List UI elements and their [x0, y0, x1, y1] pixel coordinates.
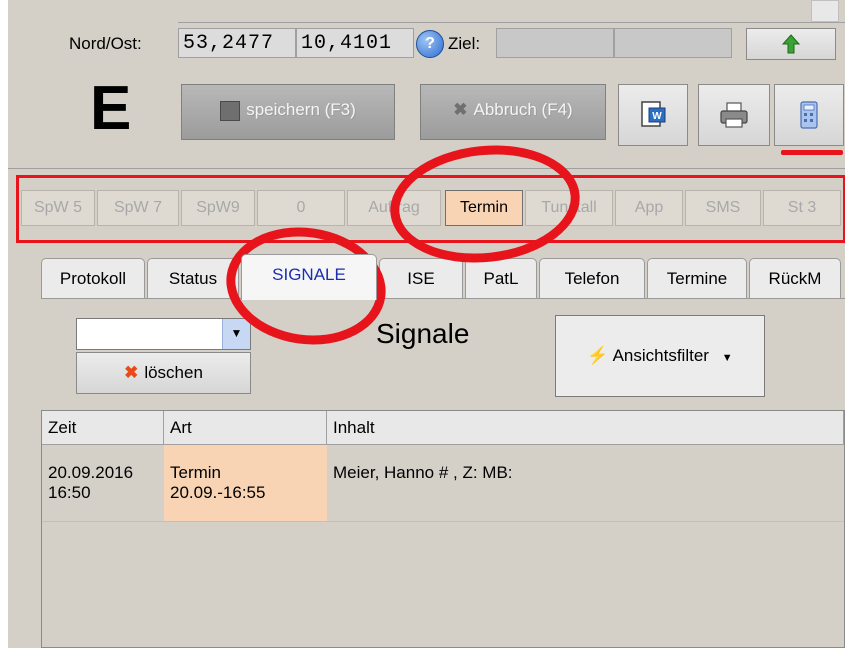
cell-zeit[interactable]: 20.09.2016 16:50	[48, 463, 133, 503]
signal-combo[interactable]: ▼	[76, 318, 251, 350]
status-button-tunstall[interactable]: Tunstall	[525, 190, 613, 226]
annotation-underline	[781, 150, 843, 155]
column-header-zeit[interactable]: Zeit	[42, 411, 164, 445]
cancel-button[interactable]: ✖ Abbruch (F4)	[420, 84, 606, 140]
tab-termine[interactable]: Termine	[647, 258, 747, 298]
print-button[interactable]	[698, 84, 770, 146]
delete-button[interactable]: ✖ löschen	[76, 352, 251, 394]
word-document-icon: W	[641, 101, 666, 127]
lon-field[interactable]: 10,4101	[296, 28, 414, 58]
status-button-sms[interactable]: SMS	[685, 190, 761, 226]
status-button-st3[interactable]: St 3	[763, 190, 841, 226]
floppy-disk-icon	[220, 100, 241, 121]
coord-label: Nord/Ost:	[69, 34, 142, 53]
cross-icon: ✖	[124, 363, 139, 382]
top-field	[178, 0, 845, 23]
status-button-spw9[interactable]: SpW9	[181, 190, 255, 226]
tab-rueckm[interactable]: RückM	[749, 258, 841, 298]
signale-heading: Signale	[376, 318, 470, 349]
lat-field[interactable]: 53,2477	[178, 28, 296, 58]
tab-status[interactable]: Status	[147, 258, 239, 298]
tab-ise[interactable]: ISE	[379, 258, 463, 298]
status-button-spw5[interactable]: SpW 5	[21, 190, 95, 226]
arrow-up-icon	[781, 34, 801, 54]
cancel-label: Abbruch (F4)	[473, 100, 573, 119]
status-button-0[interactable]: 0	[257, 190, 345, 226]
svg-text:W: W	[652, 111, 662, 122]
status-button-spw7[interactable]: SpW 7	[97, 190, 179, 226]
column-header-art[interactable]: Art	[164, 411, 327, 445]
tab-telefon[interactable]: Telefon	[539, 258, 645, 298]
ziel-field-2[interactable]	[614, 28, 732, 58]
filter-lightning-icon: ⚡	[587, 346, 609, 365]
save-button[interactable]: speichern (F3)	[181, 84, 395, 140]
ziel-label: Ziel:	[448, 34, 481, 53]
status-button-app[interactable]: App	[615, 190, 683, 226]
save-label: speichern (F3)	[246, 100, 356, 119]
delete-label: löschen	[144, 363, 203, 382]
view-filter-button[interactable]: ⚡ Ansichtsfilter ▼	[555, 315, 765, 397]
tab-signale[interactable]: SIGNALE	[241, 254, 377, 300]
signal-table: Zeit Art Inhalt 20.09.2016 16:50 Termin …	[41, 410, 845, 648]
tab-protokoll[interactable]: Protokoll	[41, 258, 145, 298]
help-question-icon[interactable]: ?	[416, 30, 444, 58]
chevron-down-icon: ▼	[721, 352, 733, 364]
column-header-inhalt[interactable]: Inhalt	[327, 411, 844, 445]
tab-panel-border	[41, 298, 845, 299]
status-button-strip: SpW 5 SpW 7 SpW9 0 Auftrag Termin Tunsta…	[16, 175, 845, 243]
cell-art[interactable]: Termin 20.09.-16:55	[170, 463, 265, 503]
calculator-button[interactable]	[774, 84, 844, 146]
separator	[8, 168, 845, 169]
word-button[interactable]: W	[618, 84, 688, 146]
cross-icon: ✖	[453, 100, 468, 119]
up-button[interactable]	[746, 28, 836, 60]
printer-icon	[720, 102, 748, 128]
status-button-auftrag[interactable]: Auftrag	[347, 190, 441, 226]
tab-patl[interactable]: PatL	[465, 258, 537, 298]
row-separator	[42, 521, 844, 522]
chevron-down-icon[interactable]: ▼	[222, 319, 250, 349]
status-button-termin[interactable]: Termin	[445, 190, 523, 226]
calculator-icon	[800, 101, 818, 129]
filter-label: Ansichtsfilter	[612, 346, 709, 365]
status-letter: E	[90, 74, 132, 143]
cell-inhalt[interactable]: Meier, Hanno # , Z: MB:	[333, 463, 513, 483]
scroll-down-button[interactable]	[811, 0, 839, 22]
ziel-field-1[interactable]	[496, 28, 614, 58]
app-window: Nord/Ost: 53,2477 10,4101 ? Ziel: E spei…	[8, 0, 845, 648]
